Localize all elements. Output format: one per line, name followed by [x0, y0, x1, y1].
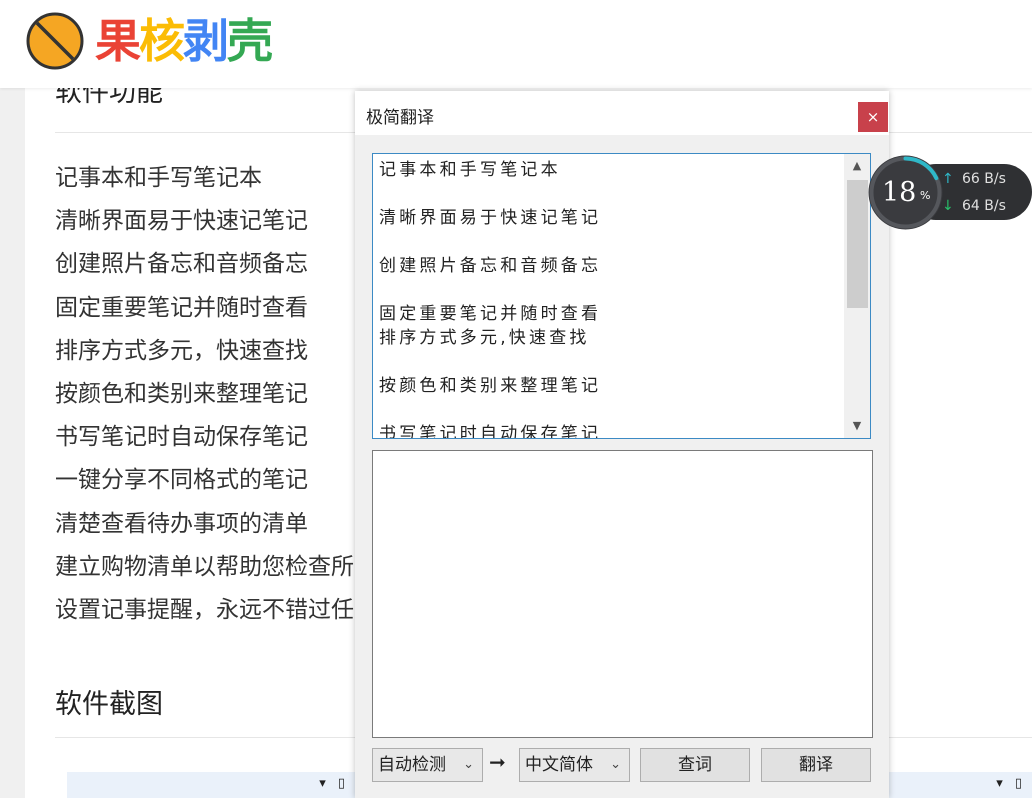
source-text-line: 排序方式多元,快速查找	[379, 328, 590, 348]
section-title-screenshots: 软件截图	[55, 689, 163, 720]
feature-item: 清楚查看待办事项的清单	[55, 510, 308, 537]
feature-item: 一键分享不同格式的笔记	[55, 467, 308, 494]
translate-button[interactable]: 翻译	[761, 748, 871, 782]
upload-arrow-icon: ↑	[942, 171, 954, 187]
scroll-up-icon[interactable]: ▲	[844, 156, 870, 176]
close-button[interactable]: ×	[858, 102, 888, 132]
upload-speed: ↑ 66 B/s	[942, 171, 1006, 187]
screenshot-thumbnail[interactable]: ▾ ▯	[888, 772, 1032, 798]
site-header: 果核剥壳	[0, 0, 1032, 88]
feature-list: 记事本和手写笔记本清晰界面易于快速记笔记 创建照片备忘和音频备忘 固定重要笔记并随时…	[55, 160, 354, 635]
status-bar-icons: ▾ ▯	[996, 776, 1026, 791]
source-text-line	[379, 278, 840, 302]
source-text-line	[379, 230, 840, 254]
translation-output-area[interactable]	[372, 450, 873, 738]
source-text-line: 书写笔记时自动保存笔记	[379, 424, 602, 439]
chevron-down-icon: ⌄	[610, 757, 621, 772]
logo-icon	[26, 12, 84, 70]
site-logo[interactable]: 果核剥壳	[25, 11, 273, 71]
status-bar-icons: ▾ ▯	[319, 776, 349, 791]
download-arrow-icon: ↓	[942, 198, 954, 214]
feature-item: 清晰界面易于快速记笔记	[55, 208, 308, 235]
source-text-line: 创建照片备忘和音频备忘	[379, 256, 602, 276]
vertical-scrollbar[interactable]: ▲ ▼	[844, 154, 870, 438]
screenshot-thumbnail[interactable]: ▾ ▯	[67, 772, 355, 798]
chevron-down-icon: ⌄	[463, 757, 474, 772]
source-text-line	[379, 182, 840, 206]
cpu-percent: 18	[882, 177, 917, 208]
feature-item: 创建照片备忘和音频备忘	[55, 251, 308, 278]
source-text-line	[379, 398, 840, 422]
source-text-line	[379, 350, 840, 374]
target-language-value: 中文简体	[525, 755, 593, 775]
source-text-line: 记事本和手写笔记本	[379, 160, 561, 180]
target-language-select[interactable]: 中文简体 ⌄	[519, 748, 630, 782]
logo-wordmark: 果核剥壳	[95, 14, 273, 68]
feature-item: 排序方式多元，快速查找	[55, 337, 308, 364]
scrollbar-thumb[interactable]	[847, 180, 868, 308]
feature-item: 建立购物清单以帮助您检查所	[55, 553, 354, 580]
feature-item: 按颜色和类别来整理笔记	[55, 380, 308, 407]
source-language-value: 自动检测	[378, 755, 446, 775]
download-speed: ↓ 64 B/s	[942, 198, 1006, 214]
scroll-down-icon[interactable]: ▼	[844, 416, 870, 436]
source-text-line: 按颜色和类别来整理笔记	[379, 376, 602, 396]
source-language-select[interactable]: 自动检测 ⌄	[372, 748, 483, 782]
lookup-button[interactable]: 查词	[640, 748, 750, 782]
feature-item: 书写笔记时自动保存笔记	[55, 424, 308, 451]
percent-sign: %	[920, 189, 931, 202]
source-text-line: 固定重要笔记并随时查看	[379, 304, 602, 324]
window-title: 极简翻译	[366, 108, 434, 128]
source-text: 记事本和手写笔记本清晰界面易于快速记笔记 创建照片备忘和音频备忘 固定重要笔记并随时…	[379, 158, 840, 439]
title-bar[interactable]: 极简翻译 ×	[355, 91, 889, 135]
feature-item: 固定重要笔记并随时查看	[55, 294, 308, 321]
source-text-area[interactable]: 记事本和手写笔记本清晰界面易于快速记笔记 创建照片备忘和音频备忘 固定重要笔记并随时…	[372, 153, 871, 439]
source-text-line: 清晰界面易于快速记笔记	[379, 208, 602, 228]
feature-item: 设置记事提醒，永远不错过任	[55, 596, 354, 623]
arrow-right-icon: ➞	[489, 750, 506, 774]
feature-item: 记事本和手写笔记本	[55, 165, 262, 191]
translator-window: 极简翻译 × 记事本和手写笔记本清晰界面易于快速记笔记 创建照片备忘和音频备忘 固定…	[355, 91, 889, 798]
